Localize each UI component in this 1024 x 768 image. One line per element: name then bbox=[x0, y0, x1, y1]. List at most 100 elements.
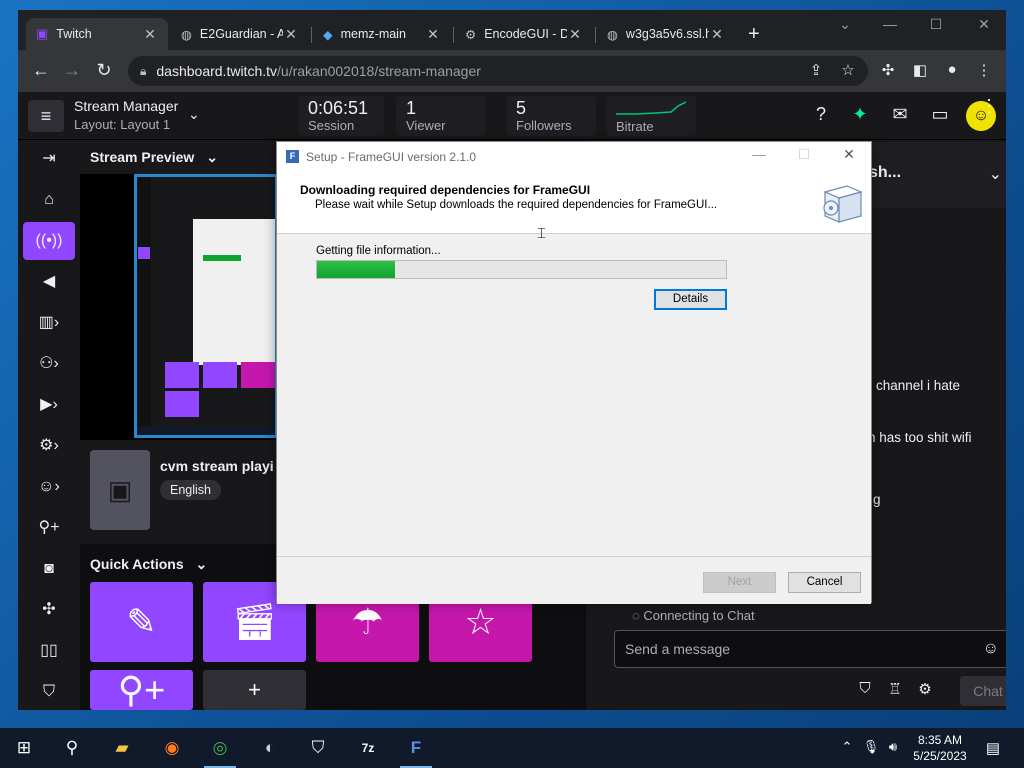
notifications-icon[interactable]: ▤ bbox=[984, 739, 1002, 757]
share-icon[interactable]: ⇪ bbox=[806, 61, 826, 79]
setup-dialog: F Setup - FrameGUI version 2.1.0 — ☐ ✕ D… bbox=[276, 141, 872, 604]
star-icon: ☆ bbox=[464, 601, 497, 642]
minimize-button[interactable]: — bbox=[744, 146, 774, 162]
firefox-icon[interactable]: ◉ bbox=[148, 728, 196, 768]
home-icon[interactable]: ⌂ bbox=[23, 181, 75, 219]
chat-button[interactable]: Chat bbox=[960, 676, 1006, 706]
tab-label: E2Guardian - A bbox=[199, 27, 283, 41]
analytics-icon[interactable]: ▥› bbox=[23, 304, 75, 342]
maximize-button[interactable]: ☐ bbox=[789, 146, 819, 163]
stat-session: 0:06:51 Session bbox=[298, 96, 384, 136]
dialog-footer: Next Cancel bbox=[277, 556, 871, 604]
search-icon[interactable]: ⚲ bbox=[48, 728, 96, 768]
7zip-icon[interactable]: 7z bbox=[344, 728, 392, 768]
file-explorer-icon[interactable]: ▰ bbox=[98, 728, 146, 768]
maximize-button[interactable]: ☐ bbox=[914, 16, 958, 33]
cancel-button[interactable]: Cancel bbox=[788, 572, 861, 593]
community-icon[interactable]: ⚇› bbox=[23, 345, 75, 383]
collapse-icon[interactable]: ⇥ bbox=[23, 140, 75, 178]
followers-value: 5 bbox=[516, 98, 527, 118]
security-icon[interactable]: ⛉ bbox=[294, 728, 342, 768]
globe-icon: ◍ bbox=[607, 27, 618, 42]
tab-twitch[interactable]: ▣ Twitch ✕ bbox=[26, 18, 168, 50]
framegui-taskbar-icon[interactable]: F bbox=[392, 728, 440, 768]
close-dialog-button[interactable]: ✕ bbox=[834, 146, 864, 163]
minimize-button[interactable]: — bbox=[868, 16, 912, 32]
close-window-button[interactable]: ✕ bbox=[962, 16, 1006, 33]
shield-icon[interactable]: ⛉ bbox=[854, 680, 876, 697]
progress-fill bbox=[317, 261, 395, 278]
whispers-icon[interactable]: ▭ bbox=[928, 104, 952, 125]
layout-selector[interactable]: Layout: Layout 1 bbox=[74, 117, 170, 132]
quick-action-edit[interactable]: ✎ bbox=[90, 582, 193, 662]
lock-icon: 🔒︎ bbox=[140, 63, 147, 78]
close-icon[interactable]: ✕ bbox=[567, 26, 583, 43]
inbox-icon[interactable]: ✉ bbox=[888, 104, 912, 125]
stream-info-card[interactable]: ▣ cvm stream playi English bbox=[80, 440, 278, 544]
new-tab-button[interactable]: + bbox=[748, 24, 760, 44]
extensions-icon[interactable]: ✣ bbox=[878, 61, 898, 79]
help-icon[interactable]: ? bbox=[809, 104, 833, 125]
chrome-icon[interactable]: ◎ bbox=[196, 728, 244, 768]
channel-points-icon[interactable]: ♖ bbox=[884, 680, 906, 698]
menu-icon[interactable]: ≡ bbox=[28, 100, 64, 132]
close-icon[interactable]: ✕ bbox=[142, 26, 158, 43]
close-icon[interactable]: ✕ bbox=[709, 26, 725, 43]
details-button[interactable]: Details bbox=[654, 289, 727, 310]
stream-preview[interactable] bbox=[80, 174, 278, 440]
megaphone-icon[interactable]: ◀ bbox=[23, 263, 75, 301]
profile-icon[interactable]: ● bbox=[942, 61, 962, 78]
kebab-menu-icon[interactable]: ⋮ bbox=[974, 61, 994, 79]
add-user-icon[interactable]: ⚲+ bbox=[23, 509, 75, 547]
language-tag[interactable]: English bbox=[160, 480, 221, 500]
reload-button[interactable]: ↻ bbox=[93, 60, 115, 81]
next-button[interactable]: Next bbox=[703, 572, 776, 593]
chat-input[interactable]: Send a message ☺ bbox=[614, 630, 1006, 668]
dialog-title: Setup - FrameGUI version 2.1.0 bbox=[306, 150, 477, 164]
chat-message: n has too shit wifi bbox=[868, 430, 972, 445]
plus-icon: + bbox=[248, 677, 261, 702]
emoji-icon[interactable]: ☺ bbox=[983, 640, 999, 658]
emote-icon[interactable]: ☺› bbox=[23, 468, 75, 506]
tab-memz[interactable]: ◆ memz-main ✕ bbox=[313, 18, 451, 50]
content-icon[interactable]: ▶› bbox=[23, 386, 75, 424]
back-button[interactable]: ← bbox=[30, 60, 52, 81]
tab-e2guardian[interactable]: ◍ E2Guardian - A ✕ bbox=[171, 18, 309, 50]
stream-icon[interactable]: ((•)) bbox=[23, 222, 75, 260]
quick-actions-header[interactable]: Quick Actions ⌄ bbox=[80, 548, 276, 578]
system-clock[interactable]: 8:35 AM 5/25/2023 bbox=[900, 732, 980, 764]
app-icon[interactable]: ◐ bbox=[246, 728, 294, 768]
chevron-down-icon[interactable]: ⌄ bbox=[188, 106, 200, 123]
stat-followers: 5 Followers bbox=[506, 96, 596, 136]
spinner-icon: ◌ bbox=[632, 608, 644, 623]
bookmark-star-icon[interactable]: ☆ bbox=[838, 61, 858, 79]
kebab-menu-icon[interactable]: ⋮ bbox=[980, 96, 998, 117]
side-panel-icon[interactable]: ◧ bbox=[910, 61, 930, 79]
tab-encodegui[interactable]: ⚙ EncodeGUI - D ✕ bbox=[455, 18, 593, 50]
close-icon[interactable]: ✕ bbox=[425, 26, 441, 43]
chevron-up-icon[interactable]: ⌃ bbox=[838, 739, 856, 755]
quick-action-add-user[interactable]: ⚲+ bbox=[90, 670, 193, 710]
shield-icon[interactable]: ⛉ bbox=[23, 673, 75, 710]
forward-button[interactable]: → bbox=[61, 60, 83, 81]
tab-w3g3a5v6[interactable]: ◍ w3g3a5v6.ssl.h ✕ bbox=[597, 18, 735, 50]
clock-date: 5/25/2023 bbox=[913, 749, 967, 763]
extensions-icon[interactable]: ✣ bbox=[23, 591, 75, 629]
settings-icon[interactable]: ⚙› bbox=[23, 427, 75, 465]
quick-action-add[interactable]: + bbox=[203, 670, 306, 710]
category-thumbnail: ▣ bbox=[90, 450, 150, 530]
stream-preview-header[interactable]: Stream Preview ⌄ bbox=[80, 140, 278, 174]
video-icon[interactable]: ◙ bbox=[23, 550, 75, 588]
tab-search-icon[interactable]: ⌄ bbox=[823, 16, 867, 33]
microphone-icon[interactable]: 🎙︎ bbox=[862, 739, 880, 755]
sparkle-icon[interactable]: ✦ bbox=[848, 104, 872, 125]
tab-label: Twitch bbox=[56, 27, 92, 41]
address-bar[interactable]: 🔒︎ dashboard.twitch.tv/u/rakan002018/str… bbox=[128, 56, 868, 86]
start-button[interactable]: ⊞ bbox=[0, 728, 48, 768]
followers-label: Followers bbox=[516, 118, 572, 133]
close-icon[interactable]: ✕ bbox=[283, 26, 299, 43]
settings-icon[interactable]: ⚙ bbox=[914, 680, 936, 698]
tab-divider bbox=[453, 27, 454, 43]
url-host: dashboard.twitch.tv bbox=[156, 63, 278, 79]
book-icon[interactable]: ▯▯ bbox=[23, 632, 75, 670]
